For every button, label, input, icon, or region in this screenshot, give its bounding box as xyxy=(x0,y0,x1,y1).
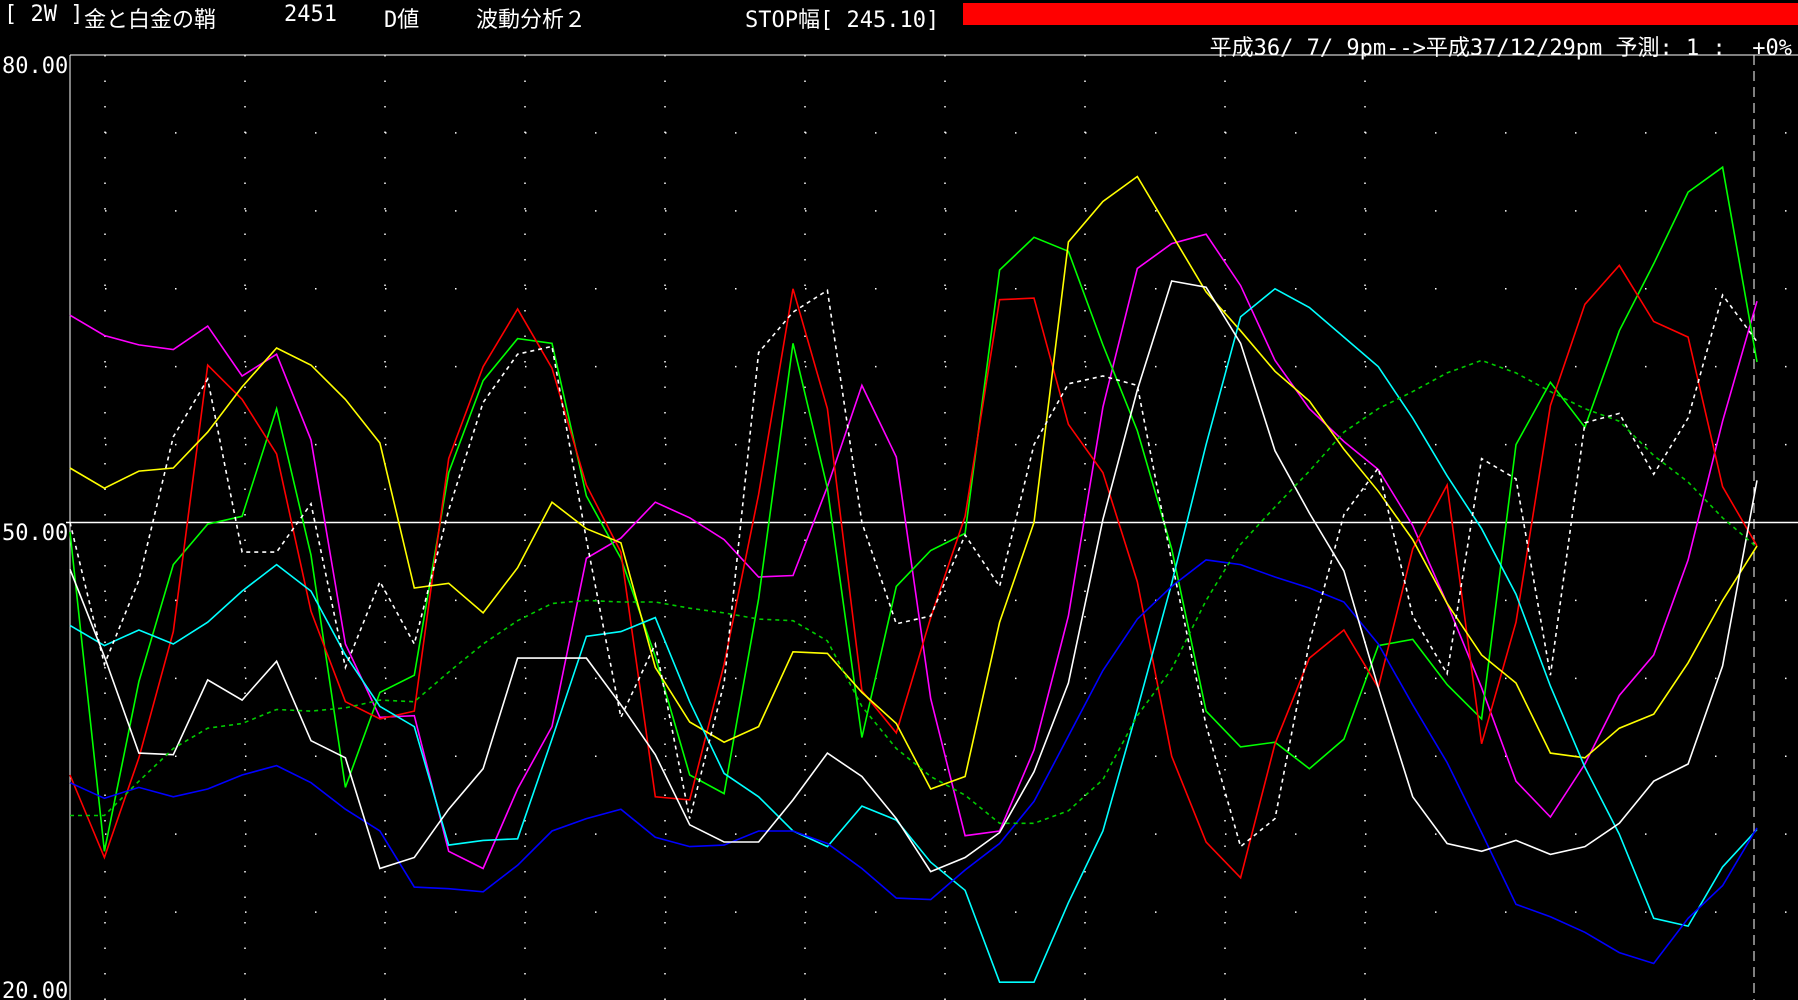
stop-width-label: STOP幅[ 245.10] xyxy=(745,8,940,33)
series-line-3 xyxy=(69,175,1758,790)
analysis-label: 波動分析２ xyxy=(476,8,587,33)
timeframe-label: [ 2W ] xyxy=(4,2,84,27)
title-bar: [ 2W ] 金と白金の鞘 2451 D値 波動分析２ STOP幅[ 245.1… xyxy=(0,0,1798,33)
chart-grid xyxy=(104,55,1790,1000)
instrument-code: 2451 xyxy=(284,2,337,27)
y-tick-label: 50.00 xyxy=(2,521,68,546)
value-type-label: D値 xyxy=(384,8,420,33)
y-tick-label: 20.00 xyxy=(2,979,68,1000)
series-line-5 xyxy=(69,559,1758,965)
instrument-name: 金と白金の鞘 xyxy=(84,8,217,33)
stop-width-bar xyxy=(963,3,1798,25)
oscillator-chart: 80.00 50.00 20.00 xyxy=(2,54,1798,1000)
y-tick-label: 80.00 xyxy=(2,54,68,79)
series-layer xyxy=(69,165,1758,984)
series-line-0 xyxy=(69,233,1758,870)
series-line-8 xyxy=(70,359,1758,825)
